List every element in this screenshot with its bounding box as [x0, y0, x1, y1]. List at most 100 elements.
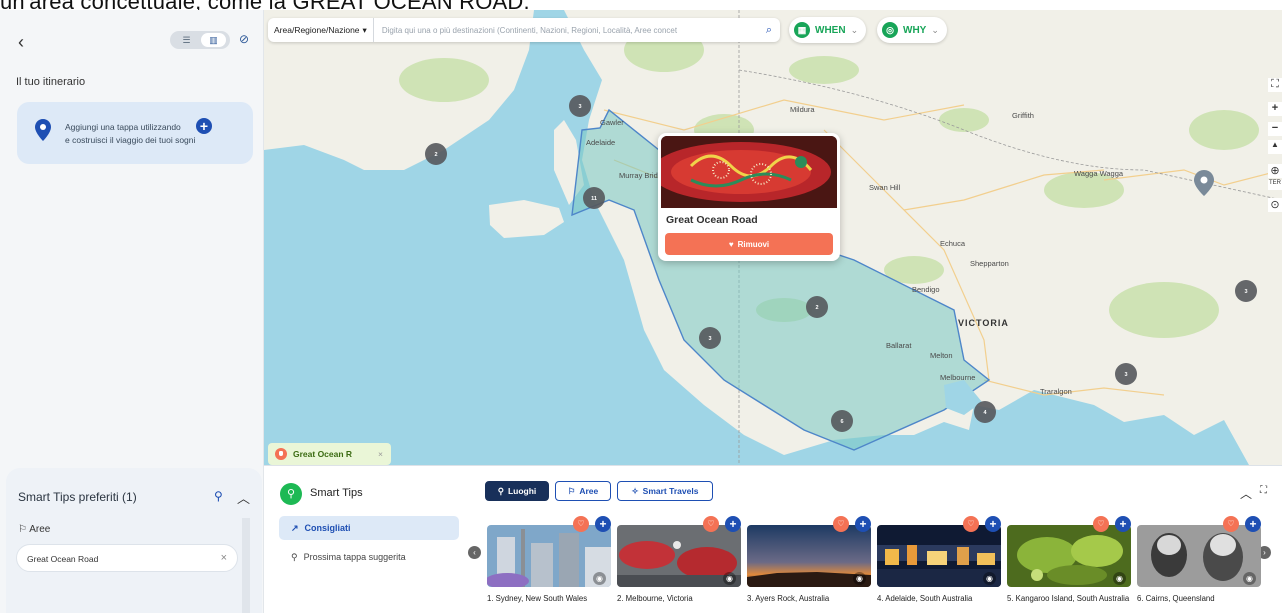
add-icon[interactable]: +: [1115, 516, 1131, 532]
locate-icon[interactable]: ⊕: [1268, 164, 1282, 178]
svg-text:11: 11: [591, 196, 597, 202]
svg-text:3: 3: [1244, 289, 1247, 295]
smart-tips-title: Smart Tips: [310, 487, 363, 499]
heart-icon: [275, 448, 287, 460]
add-stop-button[interactable]: +: [196, 118, 212, 134]
side-item-prossima-tappa[interactable]: ⚲ Prossima tappa suggerita: [279, 545, 459, 569]
map-cluster[interactable]: 3: [699, 327, 721, 349]
chevron-up-icon[interactable]: ︿: [237, 488, 250, 507]
favorite-icon[interactable]: ♡: [963, 516, 979, 532]
search-bar: Area/Regione/Nazione ▾ Digita qui una o p…: [268, 18, 780, 42]
pin-icon: ⚲: [497, 485, 504, 496]
itinerary-panel: ‹ ☰ ▥ ⊘ Il tuo itinerario Aggiungi una t…: [0, 10, 264, 613]
card-label: 4. Adelaide, South Australia: [877, 594, 973, 603]
view-icon[interactable]: ◉: [1243, 572, 1256, 585]
place-card[interactable]: ♡ + ◉ 1. Sydney, New South Wales: [487, 516, 611, 613]
map-label-victoria: VICTORIA: [958, 318, 1009, 328]
fullscreen-icon[interactable]: ⛶: [1268, 78, 1282, 92]
map-cluster[interactable]: 3: [1235, 280, 1257, 302]
eye-off-icon[interactable]: ⊘: [239, 32, 249, 46]
add-icon[interactable]: +: [725, 516, 741, 532]
map-label-adelaide: Adelaide: [586, 138, 615, 147]
carousel-prev-button[interactable]: ‹: [468, 546, 481, 559]
sparkle-icon: ✧: [631, 485, 639, 496]
selected-area-chip[interactable]: Great Ocean R ×: [268, 443, 391, 465]
map-cluster[interactable]: 4: [974, 401, 996, 423]
favorite-icon[interactable]: ♡: [833, 516, 849, 532]
compass-icon[interactable]: ▲: [1268, 140, 1282, 154]
place-card[interactable]: ♡ + ◉ 5. Kangaroo Island, South Australi…: [1007, 516, 1131, 613]
map-label-murray-bridge: Murray Brid: [619, 171, 658, 180]
map-label-melton: Melton: [930, 351, 953, 360]
terrain-toggle[interactable]: TER: [1268, 180, 1282, 190]
view-icon[interactable]: ◉: [723, 572, 736, 585]
map-icon[interactable]: ▥: [201, 33, 226, 47]
view-icon[interactable]: ◉: [1113, 572, 1126, 585]
recenter-icon[interactable]: ⊙: [1268, 198, 1282, 212]
search-input[interactable]: Digita qui una o più destinazioni (Conti…: [374, 26, 758, 35]
smart-tips-panel: ⚲ Smart Tips ⚲ Luoghi ⚐ Aree ✧ Smart Travel…: [264, 465, 1282, 613]
map-label-bendigo: Bendigo: [912, 285, 940, 294]
map-cluster[interactable]: 3: [1115, 363, 1137, 385]
map-cluster[interactable]: 2: [806, 296, 828, 318]
map-label-echuca: Echuca: [940, 239, 966, 248]
area-select[interactable]: Area/Regione/Nazione ▾: [268, 18, 374, 42]
zoom-out-button[interactable]: −: [1268, 122, 1282, 136]
popup-image: [661, 136, 837, 208]
tab-luoghi[interactable]: ⚲ Luoghi: [485, 481, 549, 501]
map-label-shepparton: Shepparton: [970, 259, 1009, 268]
svg-text:2: 2: [434, 152, 437, 158]
search-icon[interactable]: ⌕: [758, 24, 780, 37]
map-label-griffith: Griffith: [1012, 111, 1034, 120]
view-toggle[interactable]: ☰ ▥: [170, 31, 230, 49]
zoom-in-button[interactable]: +: [1268, 102, 1282, 116]
view-icon[interactable]: ◉: [983, 572, 996, 585]
location-pin-icon: [35, 119, 51, 141]
map-label-ballarat: Ballarat: [886, 341, 912, 350]
pin-icon[interactable]: ⚲: [214, 489, 223, 503]
place-card[interactable]: ♡ + ◉ 3. Ayers Rock, Australia: [747, 516, 871, 613]
map-label-swan-hill: Swan Hill: [869, 183, 901, 192]
place-card[interactable]: ♡ + ◉ 2. Melbourne, Victoria: [617, 516, 741, 613]
add-icon[interactable]: +: [855, 516, 871, 532]
add-icon[interactable]: +: [1245, 516, 1261, 532]
close-icon[interactable]: ×: [378, 449, 383, 459]
map-label-mildura: Mildura: [790, 105, 815, 114]
map-cluster[interactable]: 11: [583, 187, 605, 209]
why-filter-button[interactable]: ◎ WHY ⌄: [877, 17, 947, 43]
add-icon[interactable]: +: [595, 516, 611, 532]
flag-icon: ⚐: [567, 485, 576, 496]
calendar-icon: ▦: [794, 22, 810, 38]
back-button[interactable]: ‹: [18, 32, 24, 53]
tab-smart-travels[interactable]: ✧ Smart Travels: [617, 481, 713, 501]
list-icon[interactable]: ☰: [174, 33, 199, 47]
map-cluster[interactable]: 6: [831, 410, 853, 432]
favorite-icon[interactable]: ♡: [1093, 516, 1109, 532]
place-card[interactable]: ♡ + ◉ 4. Adelaide, South Australia: [877, 516, 1001, 613]
map-label-melbourne: Melbourne: [940, 373, 975, 382]
add-stop-card: Aggiungi una tappa utilizzando e costrui…: [17, 102, 253, 164]
remove-button[interactable]: ♥ Rimuovi: [665, 233, 833, 255]
card-label: 5. Kangaroo Island, South Australia: [1007, 594, 1130, 603]
map-cluster[interactable]: 2: [425, 143, 447, 165]
view-icon[interactable]: ◉: [853, 572, 866, 585]
close-icon[interactable]: ×: [221, 552, 227, 564]
chevron-up-icon[interactable]: ︿: [1240, 485, 1252, 502]
favorite-item-label: Great Ocean Road: [27, 554, 99, 564]
place-card[interactable]: ♡ + ◉ 6. Cairns, Queensland: [1137, 516, 1261, 613]
card-label: 2. Melbourne, Victoria: [617, 594, 693, 603]
when-filter-button[interactable]: ▦ WHEN ⌄: [789, 17, 867, 43]
view-icon[interactable]: ◉: [593, 572, 606, 585]
scrollbar[interactable]: [242, 518, 250, 613]
favorite-icon[interactable]: ♡: [1223, 516, 1239, 532]
svg-text:6: 6: [840, 419, 843, 425]
add-icon[interactable]: +: [985, 516, 1001, 532]
favorite-icon[interactable]: ♡: [703, 516, 719, 532]
popup-title: Great Ocean Road: [666, 214, 758, 226]
expand-icon[interactable]: ⛶: [1260, 485, 1267, 496]
favorite-icon[interactable]: ♡: [573, 516, 589, 532]
tab-aree[interactable]: ⚐ Aree: [555, 481, 611, 501]
favorite-item[interactable]: Great Ocean Road ×: [16, 544, 238, 572]
side-item-consigliati[interactable]: ↗ Consigliati: [279, 516, 459, 540]
map-cluster[interactable]: 3: [569, 95, 591, 117]
